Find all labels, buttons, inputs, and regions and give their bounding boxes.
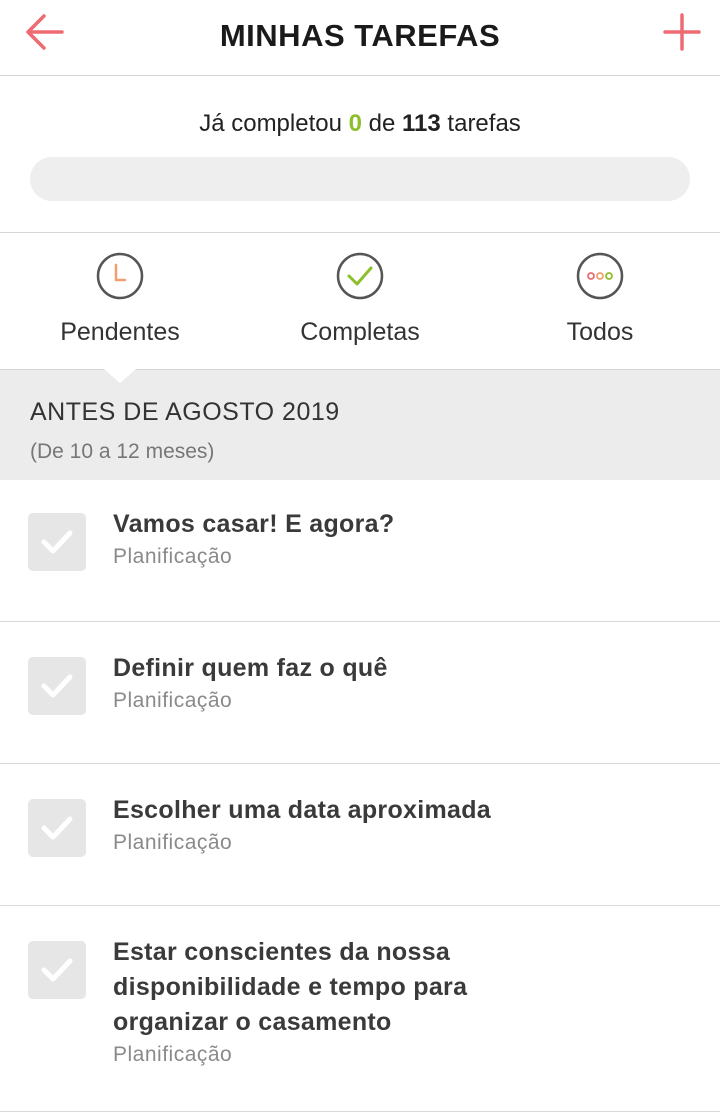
task-list: Vamos casar! E agora? Planificação Defin… <box>0 480 720 1112</box>
task-category: Planificação <box>113 831 233 854</box>
list-item[interactable]: Escolher uma data aproximada Planificaçã… <box>0 764 720 906</box>
plus-icon <box>663 13 701 51</box>
tab-label: Pendentes <box>60 318 180 346</box>
list-item[interactable]: Definir quem faz o quê Planificação <box>0 622 720 764</box>
check-icon <box>41 674 73 698</box>
progress-summary: Já completou 0 de 113 tarefas <box>0 110 720 138</box>
check-circle-icon <box>336 252 384 300</box>
tab-label: Todos <box>566 318 634 346</box>
selected-tab-pointer <box>104 369 136 383</box>
task-category: Planificação <box>113 689 233 712</box>
task-name: Escolher uma data aproximada <box>113 796 491 824</box>
task-category: Planificação <box>113 1043 233 1066</box>
task-name: Vamos casar! E agora? <box>113 510 395 538</box>
task-checkbox[interactable] <box>28 657 86 715</box>
tab-pendentes[interactable]: Pendentes <box>0 252 240 347</box>
section-subtitle: (De 10 a 12 meses) <box>30 440 215 463</box>
list-item[interactable]: Estar conscientes da nossa disponibilida… <box>0 906 720 1112</box>
tab-completas[interactable]: Completas <box>240 252 480 347</box>
tab-todos[interactable]: Todos <box>480 252 720 347</box>
progress-panel: Já completou 0 de 113 tarefas <box>0 76 720 233</box>
progress-suffix: tarefas <box>447 110 521 137</box>
task-name: Definir quem faz o quê <box>113 654 388 682</box>
progress-prefix: Já completou <box>199 110 342 137</box>
progress-middle: de <box>368 110 396 137</box>
total-count: 113 <box>402 110 441 137</box>
task-category: Planificação <box>113 545 233 568</box>
progress-bar <box>30 157 690 201</box>
completed-count: 0 <box>348 110 362 137</box>
add-task-button[interactable] <box>660 12 704 52</box>
app-header: MINHAS TAREFAS <box>0 0 720 76</box>
check-icon <box>41 530 73 554</box>
list-item[interactable]: Vamos casar! E agora? Planificação <box>0 480 720 622</box>
page-title: MINHAS TAREFAS <box>219 18 501 53</box>
check-icon <box>41 958 73 982</box>
section-title: ANTES DE AGOSTO 2019 <box>30 398 340 426</box>
task-name: Estar conscientes da nossa disponibilida… <box>113 938 468 1036</box>
clock-icon <box>96 252 144 300</box>
section-header: ANTES DE AGOSTO 2019 (De 10 a 12 meses) <box>0 369 720 480</box>
check-icon <box>41 816 73 840</box>
dots-circle-icon <box>576 252 624 300</box>
filter-tabs: Pendentes Completas Todos <box>0 234 720 370</box>
task-checkbox[interactable] <box>28 941 86 999</box>
tab-label: Completas <box>300 318 420 346</box>
task-checkbox[interactable] <box>28 799 86 857</box>
task-checkbox[interactable] <box>28 513 86 571</box>
